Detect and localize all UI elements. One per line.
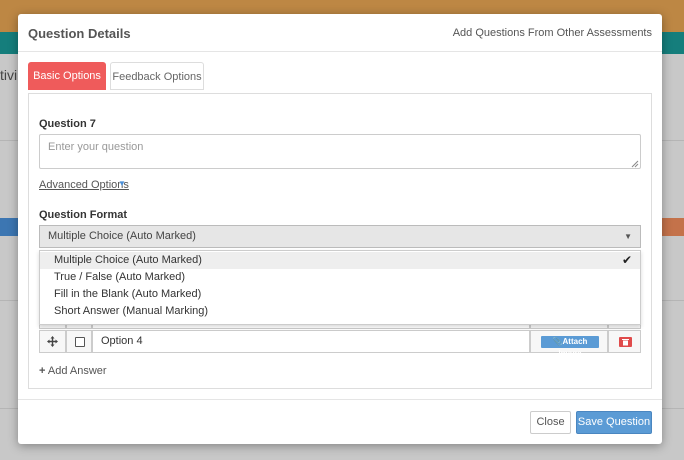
question-format-select[interactable]: Multiple Choice (Auto Marked) ▼: [39, 225, 641, 248]
tab-basic-options[interactable]: Basic Options: [28, 62, 106, 90]
caret-down-icon[interactable]: ▼: [118, 179, 126, 188]
question-label: Question 7: [39, 118, 96, 130]
add-answer-label: Add Answer: [47, 365, 107, 377]
attach-cell: 📎Attach Image: [530, 330, 608, 358]
add-answer-link[interactable]: + Add Answer: [39, 365, 107, 377]
answer-row: Option 4 📎Attach Image: [39, 330, 641, 358]
format-option-fill-blank[interactable]: Fill in the Blank (Auto Marked): [40, 286, 640, 303]
format-option-label: True / False (Auto Marked): [54, 271, 186, 283]
resize-handle-icon[interactable]: [631, 160, 639, 168]
save-question-button[interactable]: Save Question: [576, 411, 652, 434]
format-option-multiple-choice[interactable]: Multiple Choice (Auto Marked) ✔: [40, 252, 640, 269]
format-option-short-answer[interactable]: Short Answer (Manual Marking): [40, 303, 640, 320]
question-details-modal: Question Details Add Questions From Othe…: [18, 14, 662, 444]
question-format-dropdown: Multiple Choice (Auto Marked) ✔ True / F…: [39, 250, 641, 325]
basic-options-panel: Question 7 Advanced Options ▼ Question F…: [28, 93, 652, 389]
checkmark-icon: ✔: [621, 253, 632, 267]
modal-header: Question Details Add Questions From Othe…: [18, 14, 662, 52]
close-button[interactable]: Close: [530, 411, 571, 434]
trash-icon[interactable]: [619, 337, 632, 347]
format-option-label: Multiple Choice (Auto Marked): [54, 254, 202, 266]
question-format-label: Question Format: [39, 209, 128, 221]
correct-answer-cell: [66, 330, 92, 353]
format-option-label: Fill in the Blank (Auto Marked): [54, 288, 202, 300]
advanced-options-link[interactable]: Advanced Options: [39, 179, 129, 191]
move-icon[interactable]: [39, 330, 66, 353]
format-option-label: Short Answer (Manual Marking): [54, 305, 209, 317]
attach-image-label: Attach Image: [558, 337, 588, 358]
correct-answer-checkbox[interactable]: [75, 337, 85, 347]
modal-footer-divider: [18, 399, 662, 400]
tab-feedback-options[interactable]: Feedback Options: [110, 62, 204, 90]
attach-image-button[interactable]: 📎Attach Image: [541, 336, 599, 358]
answer-input[interactable]: Option 4: [92, 330, 530, 353]
add-from-other-assessments-link[interactable]: Add Questions From Other Assessments: [453, 27, 652, 39]
caret-down-icon: ▼: [624, 232, 632, 241]
question-format-value: Multiple Choice (Auto Marked): [48, 230, 196, 242]
paperclip-icon: 📎: [552, 337, 563, 346]
delete-cell: [608, 330, 641, 353]
plus-icon: +: [39, 365, 46, 377]
question-input[interactable]: [39, 134, 641, 169]
format-option-true-false[interactable]: True / False (Auto Marked): [40, 269, 640, 286]
modal-title: Question Details: [28, 26, 131, 41]
